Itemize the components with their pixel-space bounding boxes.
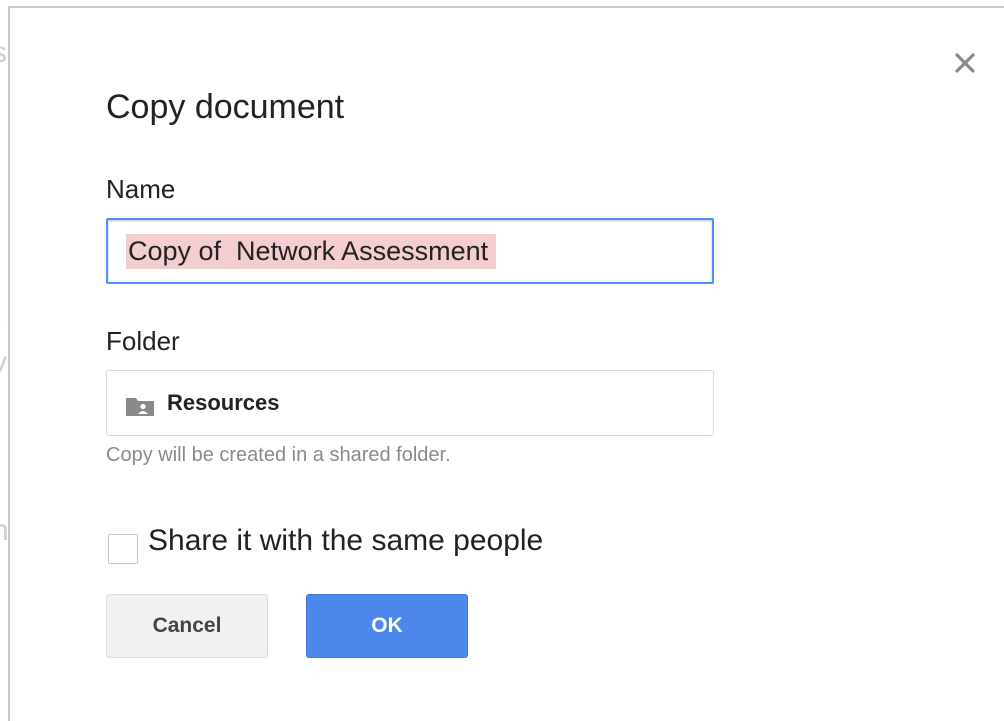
background-text-fragment: s [0, 36, 7, 70]
close-button[interactable] [950, 48, 980, 78]
dialog-title: Copy document [106, 88, 345, 126]
folder-label: Folder [106, 326, 180, 356]
folder-hint: Copy will be created in a shared folder. [106, 444, 451, 466]
share-checkbox[interactable] [108, 534, 138, 564]
name-input[interactable]: Copy of Network Assessment [106, 218, 714, 284]
folder-name: Resources [167, 390, 280, 415]
name-label: Name [106, 174, 176, 204]
share-option: Share it with the same people [108, 518, 543, 564]
ok-button[interactable]: OK [306, 594, 468, 658]
name-input-value: Copy of Network Assessment [126, 233, 497, 269]
cancel-button[interactable]: Cancel [106, 594, 268, 658]
background-text-fragment: v [0, 346, 7, 380]
close-icon [955, 53, 975, 73]
share-label[interactable]: Share it with the same people [148, 524, 543, 558]
copy-document-dialog: Copy document Name Copy of Network Asses… [8, 6, 1004, 721]
folder-selector[interactable]: Resources [106, 370, 714, 436]
shared-folder-icon [126, 398, 154, 416]
